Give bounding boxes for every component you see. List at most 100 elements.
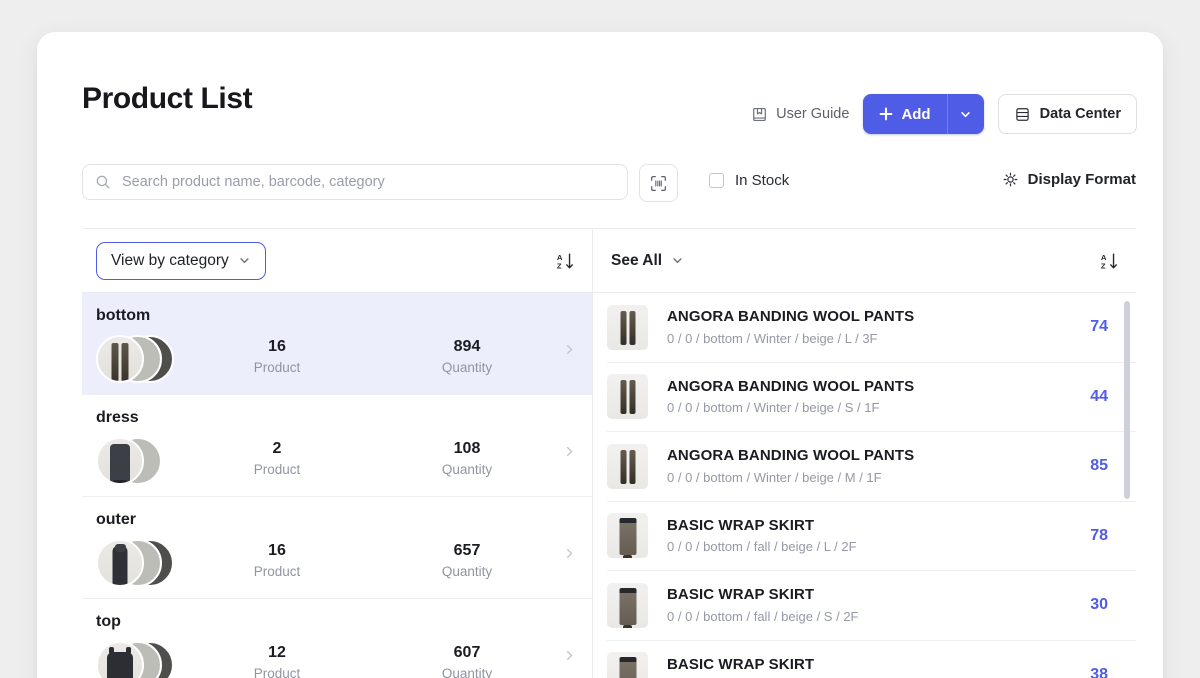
category-quantity-stat: 108Quantity [407, 439, 527, 477]
category-avatar [96, 437, 144, 485]
search-input[interactable] [120, 173, 615, 191]
product-meta: 0 / 0 / bottom / Winter / beige / L / 3F [667, 331, 1062, 348]
product-row[interactable]: BASIC WRAP SKIRT 0 / 0 / bottom / fall / … [607, 571, 1136, 641]
category-pane-header: View by category A Z [82, 229, 592, 293]
category-product-count: 16 [217, 541, 337, 561]
in-stock-filter[interactable]: In Stock [709, 172, 789, 189]
category-sort-button[interactable]: A Z [552, 248, 578, 274]
product-quantity: 78 [1062, 527, 1136, 545]
chevron-right-icon [563, 547, 576, 560]
product-meta: 0 / 0 / bottom / fall / beige / L / 2F [667, 539, 1062, 556]
search-icon [95, 174, 111, 190]
category-row[interactable]: dress2Product108Quantity [82, 395, 592, 497]
product-thumbnail [607, 444, 648, 489]
product-title: BASIC WRAP SKIRT [667, 655, 1062, 675]
product-text: ANGORA BANDING WOOL PANTS 0 / 0 / bottom … [667, 377, 1062, 417]
product-meta: 0 / 0 / bottom / fall / beige / S / 2F [667, 609, 1062, 626]
category-quantity-label: Quantity [407, 666, 527, 678]
product-row[interactable]: ANGORA BANDING WOOL PANTS 0 / 0 / bottom … [607, 293, 1136, 363]
product-thumbnail [607, 513, 648, 558]
see-all-select[interactable]: See All [611, 252, 684, 270]
content-panes: View by category A Z [82, 228, 1136, 678]
product-row[interactable]: BASIC WRAP SKIRT0 / 0 / bottom / fall / … [607, 641, 1136, 678]
category-row[interactable]: top 12 Product 607Quantity [82, 599, 592, 678]
product-text: ANGORA BANDING WOOL PANTS 0 / 0 / bottom … [667, 307, 1062, 347]
gear-icon [1002, 171, 1019, 188]
product-title: BASIC WRAP SKIRT [667, 585, 1062, 605]
sort-alpha-down-icon: A Z [1099, 251, 1119, 271]
category-product-label: Product [217, 360, 337, 375]
product-title: ANGORA BANDING WOOL PANTS [667, 377, 1062, 397]
category-quantity-value: 108 [407, 439, 527, 459]
category-product-count: 2 [217, 439, 337, 459]
display-format-label: Display Format [1028, 171, 1136, 188]
database-icon [1014, 106, 1031, 123]
chevron-right-icon [563, 649, 576, 662]
product-thumbnail [607, 374, 648, 419]
view-by-category-select[interactable]: View by category [96, 242, 266, 280]
product-sort-button[interactable]: A Z [1096, 248, 1122, 274]
category-product-count: 12 [217, 643, 337, 663]
category-avatar [96, 539, 144, 587]
add-button[interactable]: Add [863, 94, 946, 134]
product-row[interactable]: ANGORA BANDING WOOL PANTS 0 / 0 / bottom … [607, 363, 1136, 433]
barcode-scan-icon [649, 174, 668, 193]
category-avatar [96, 335, 144, 383]
product-meta: 0 / 0 / bottom / Winter / beige / M / 1F [667, 470, 1062, 487]
product-thumbnail [607, 652, 648, 678]
user-guide-button[interactable]: User Guide [751, 106, 849, 123]
category-product-label: Product [217, 564, 337, 579]
in-stock-checkbox[interactable] [709, 173, 724, 188]
category-avatar-stack [96, 641, 192, 678]
data-center-button[interactable]: Data Center [998, 94, 1137, 134]
category-avatar-stack [96, 539, 192, 587]
category-name: outer [96, 511, 136, 529]
category-pane: View by category A Z [82, 229, 593, 678]
add-dropdown-button[interactable] [947, 94, 984, 134]
product-text: BASIC WRAP SKIRT0 / 0 / bottom / fall / … [667, 655, 1062, 678]
page-title: Product List [82, 84, 252, 114]
search-filter-row: In Stock Display Format [37, 150, 1163, 206]
product-row[interactable]: BASIC WRAP SKIRT0 / 0 / bottom / fall / … [607, 502, 1136, 572]
product-pane-header: See All A Z [593, 229, 1136, 293]
barcode-scan-button[interactable] [639, 164, 678, 202]
product-thumbnail [607, 583, 648, 628]
category-avatar-stack [96, 437, 192, 485]
svg-text:Z: Z [1101, 261, 1106, 270]
add-button-group: Add [863, 94, 983, 134]
product-list-scrollbar[interactable] [1124, 301, 1130, 499]
product-list-card: Product List User Guide [37, 32, 1163, 678]
sort-alpha-down-icon: A Z [555, 251, 575, 271]
category-quantity-label: Quantity [407, 564, 527, 579]
product-thumbnail [607, 305, 648, 350]
chevron-down-icon [238, 254, 251, 267]
product-row[interactable]: ANGORA BANDING WOOL PANTS0 / 0 / bottom … [607, 432, 1136, 502]
display-format-button[interactable]: Display Format [1002, 171, 1136, 188]
svg-text:A: A [1101, 253, 1107, 262]
category-avatar-stack [96, 335, 192, 383]
product-list: ANGORA BANDING WOOL PANTS 0 / 0 / bottom … [593, 293, 1136, 678]
chevron-down-icon [959, 108, 972, 121]
category-name: dress [96, 409, 139, 427]
add-label: Add [901, 106, 930, 123]
product-text: BASIC WRAP SKIRT0 / 0 / bottom / fall / … [667, 516, 1062, 556]
search-box[interactable] [82, 164, 628, 200]
product-quantity: 30 [1062, 596, 1136, 614]
category-row[interactable]: outer16Product657Quantity [82, 497, 592, 599]
category-list: bottom16Product894Quantitydress2Product1… [82, 293, 592, 678]
chevron-right-icon [563, 445, 576, 458]
category-product-label: Product [217, 666, 337, 678]
category-name: top [96, 613, 121, 631]
category-quantity-stat: 607Quantity [407, 643, 527, 678]
category-quantity-stat: 894Quantity [407, 337, 527, 375]
product-text: ANGORA BANDING WOOL PANTS0 / 0 / bottom … [667, 446, 1062, 486]
plus-icon [878, 106, 894, 122]
category-quantity-label: Quantity [407, 360, 527, 375]
category-product-stat: 16Product [217, 337, 337, 375]
product-pane: See All A Z [593, 229, 1136, 678]
category-row[interactable]: bottom16Product894Quantity [82, 293, 592, 395]
data-center-label: Data Center [1040, 106, 1121, 122]
category-product-stat: 12 Product [217, 643, 337, 678]
product-meta: 0 / 0 / bottom / Winter / beige / S / 1F [667, 400, 1062, 417]
product-title: ANGORA BANDING WOOL PANTS [667, 307, 1062, 327]
